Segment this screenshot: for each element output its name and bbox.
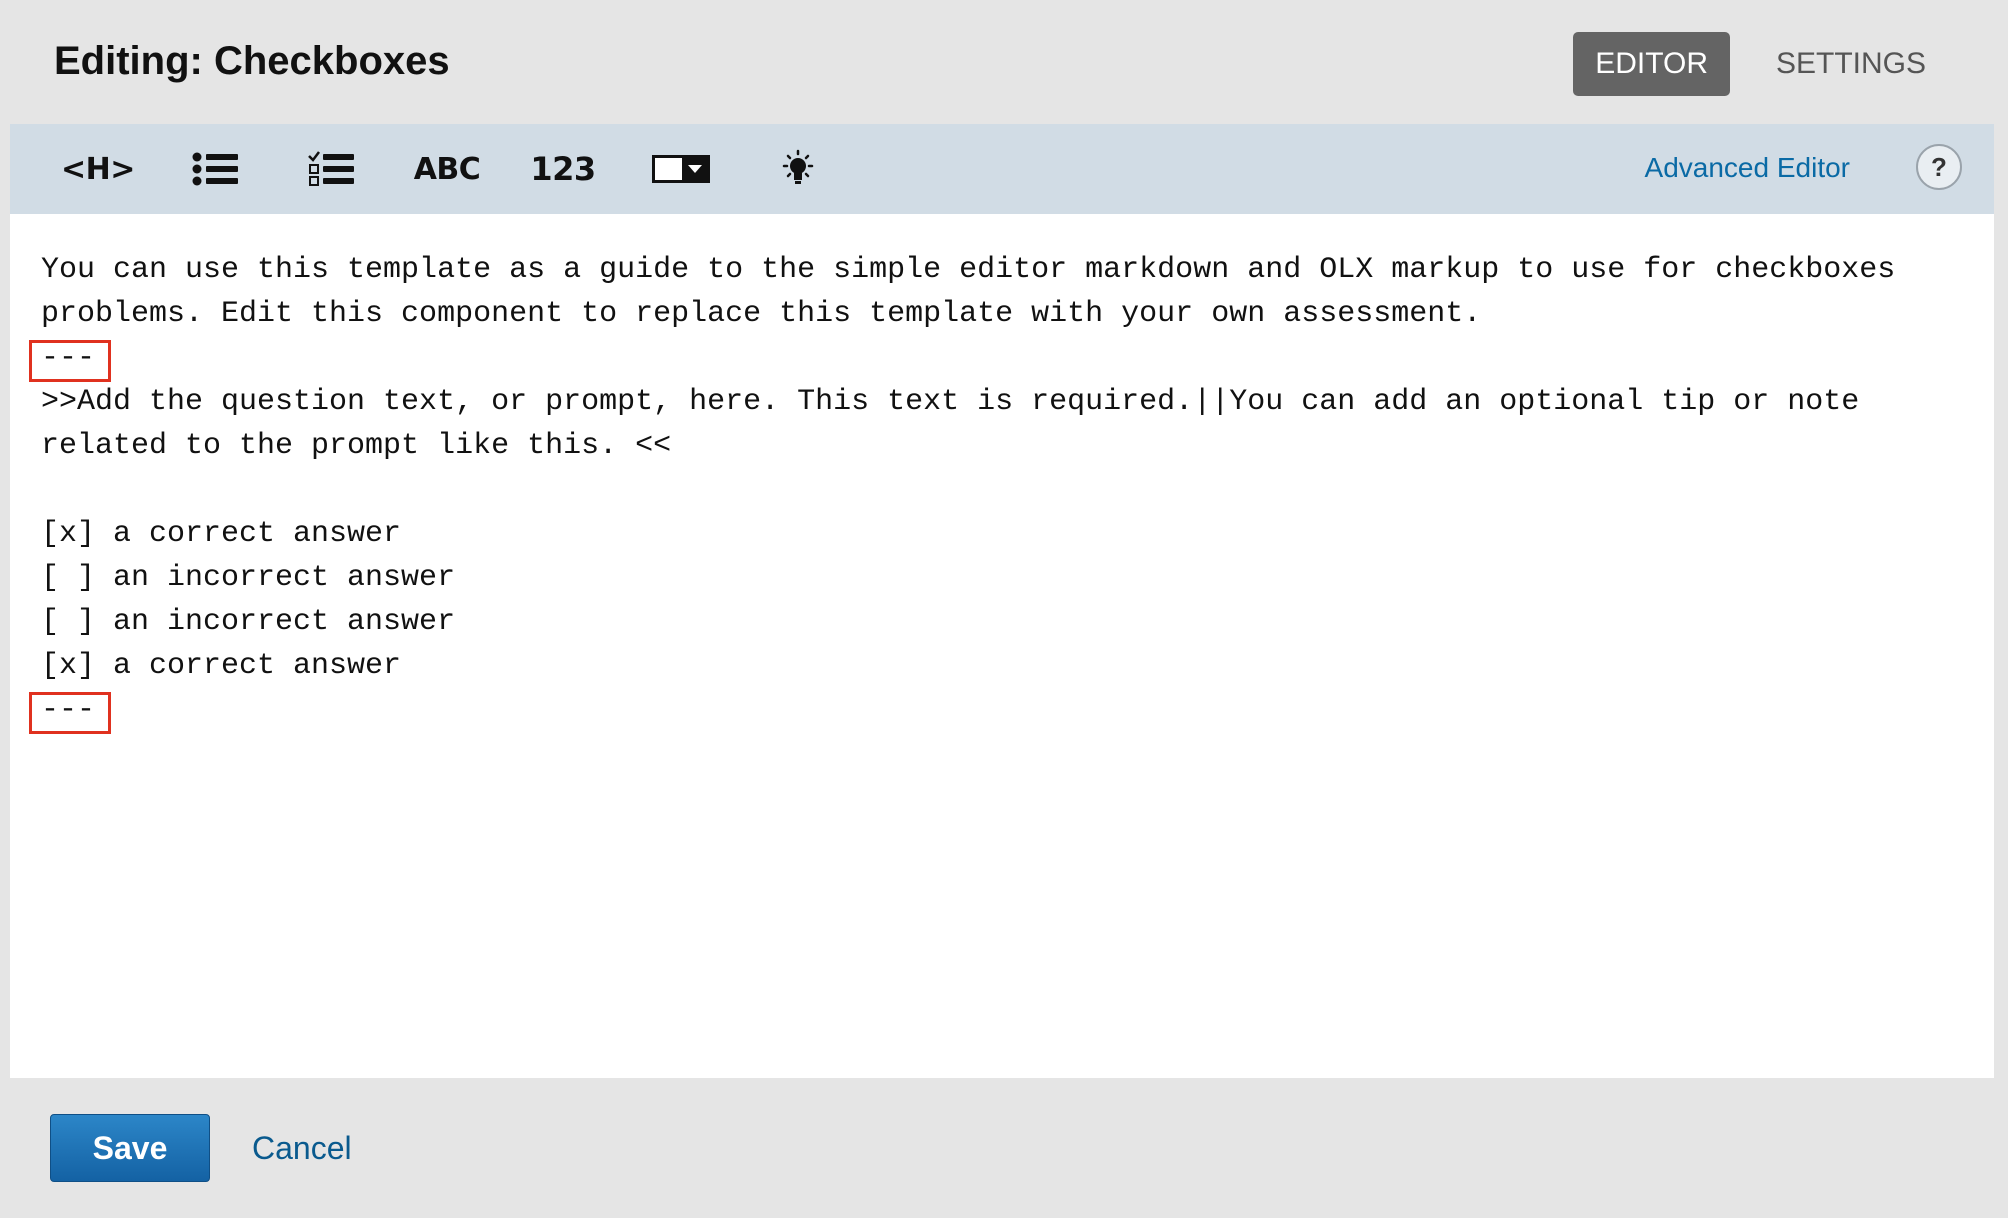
answer-line: [ ] an incorrect answer bbox=[41, 605, 456, 639]
highlight-box bbox=[29, 340, 111, 382]
help-button[interactable]: ? bbox=[1916, 144, 1962, 190]
answer-line: [x] a correct answer bbox=[41, 517, 402, 551]
dropdown-button[interactable] bbox=[638, 143, 724, 195]
editor-header: Editing: Checkboxes EDITOR SETTINGS bbox=[0, 0, 2008, 124]
checkboxes-button[interactable] bbox=[292, 143, 372, 195]
editor-footer: Save Cancel bbox=[0, 1078, 2008, 1218]
lightbulb-icon bbox=[782, 149, 814, 184]
tab-editor[interactable]: EDITOR bbox=[1573, 32, 1730, 96]
checklist-icon bbox=[308, 151, 354, 186]
editor-line: >>Add the question text, or prompt, here… bbox=[41, 385, 1860, 419]
editor-line: You can use this template as a guide to … bbox=[41, 253, 1896, 287]
cancel-button[interactable]: Cancel bbox=[252, 1122, 352, 1174]
text-input-button[interactable]: ABC bbox=[404, 143, 490, 195]
numerical-input-icon: 123 bbox=[530, 150, 596, 188]
bullet-list-icon bbox=[192, 152, 238, 186]
heading-button[interactable]: <H> bbox=[54, 143, 142, 195]
editor-line: related to the prompt like this. << bbox=[41, 429, 672, 463]
editor-line: problems. Edit this component to replace… bbox=[41, 297, 1482, 331]
dropdown-icon bbox=[652, 155, 710, 183]
help-icon: ? bbox=[1931, 151, 1947, 182]
tab-settings[interactable]: SETTINGS bbox=[1754, 32, 1948, 96]
multiple-choice-button[interactable] bbox=[176, 143, 256, 195]
answer-line: [ ] an incorrect answer bbox=[41, 561, 456, 595]
page-title: Editing: Checkboxes bbox=[54, 39, 450, 83]
save-button[interactable]: Save bbox=[50, 1114, 210, 1182]
markdown-editor[interactable]: You can use this template as a guide to … bbox=[10, 214, 1994, 1078]
editor-toolbar: <H> ABC 123 Advanced Editor ? bbox=[10, 124, 1994, 214]
text-input-icon: ABC bbox=[413, 151, 481, 187]
mode-tabs: EDITOR SETTINGS bbox=[1573, 32, 1948, 96]
heading-icon: <H> bbox=[61, 151, 135, 187]
numerical-input-button[interactable]: 123 bbox=[518, 143, 608, 195]
highlight-box bbox=[29, 692, 111, 734]
advanced-editor-link[interactable]: Advanced Editor bbox=[1645, 146, 1850, 190]
answer-line: [x] a correct answer bbox=[41, 649, 402, 683]
explanation-button[interactable] bbox=[766, 143, 830, 195]
